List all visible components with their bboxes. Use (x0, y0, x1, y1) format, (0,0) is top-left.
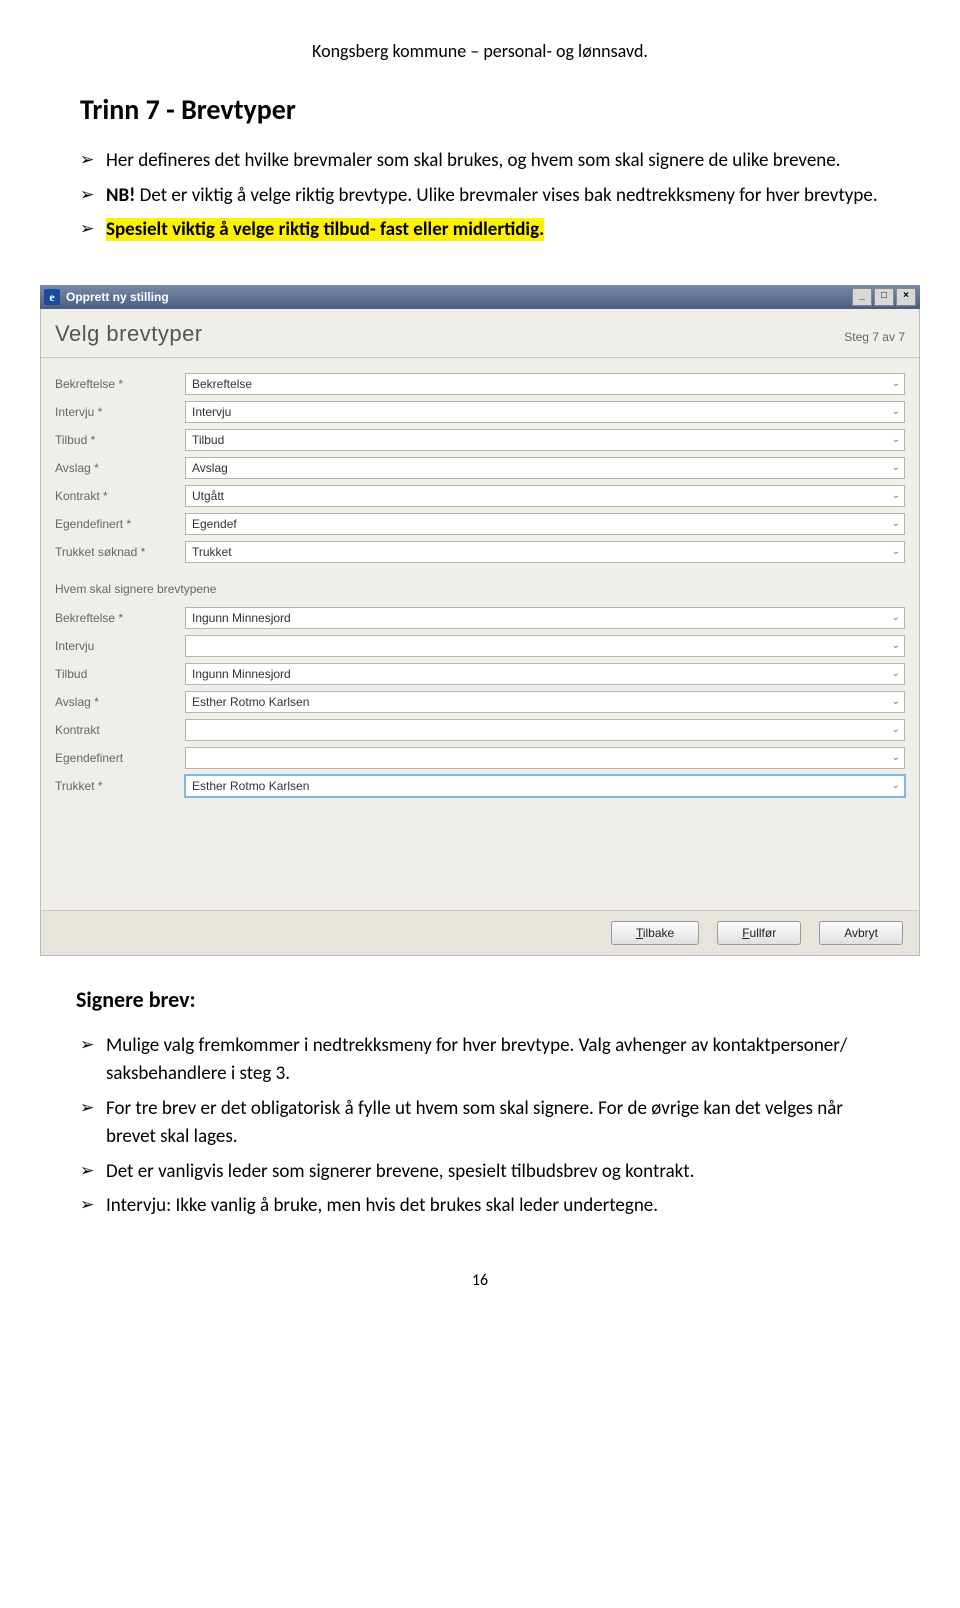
chevron-down-icon: ⌄ (892, 406, 900, 417)
dialog-screenshot: e Opprett ny stilling _ □ × Velg brevtyp… (40, 285, 920, 956)
panel-title: Velg brevtyper (55, 321, 203, 347)
window-titlebar: e Opprett ny stilling _ □ × (40, 285, 920, 309)
chevron-down-icon: ⌄ (892, 640, 900, 651)
form-label: Trukket søknad * (55, 545, 185, 559)
form-label: Avslag * (55, 695, 185, 709)
form-label: Avslag * (55, 461, 185, 475)
after-bullets: Mulige valg fremkommer i nedtrekksmeny f… (80, 1032, 880, 1221)
combo-value: Ingunn Minnesjord (192, 667, 291, 681)
chevron-down-icon: ⌄ (892, 490, 900, 501)
form-label: Trukket * (55, 779, 185, 793)
combo-value: Tilbud (192, 433, 224, 447)
chevron-down-icon: ⌄ (892, 518, 900, 529)
form-label: Bekreftelse * (55, 377, 185, 391)
minimize-button[interactable]: _ (852, 288, 872, 306)
doc-header: Kongsberg kommune – personal- og lønnsav… (80, 40, 880, 62)
highlight-text: Spesielt viktig å velge riktig tilbud- f… (106, 218, 544, 241)
form-row: Avslag * Avslag ⌄ (55, 454, 905, 482)
form-row: Trukket * Esther Rotmo Karlsen ⌄ (55, 772, 905, 800)
combo-select[interactable]: ⌄ (185, 635, 905, 657)
bullet-item: Det er vanligvis leder som signerer brev… (106, 1158, 880, 1187)
nb-label: NB! (106, 184, 135, 207)
form-row: Tilbud * Tilbud ⌄ (55, 426, 905, 454)
chevron-down-icon: ⌄ (892, 668, 900, 679)
combo-select[interactable]: ⌄ (185, 747, 905, 769)
form-row: Kontrakt ⌄ (55, 716, 905, 744)
form-label: Tilbud * (55, 433, 185, 447)
combo-select[interactable]: Ingunn Minnesjord ⌄ (185, 607, 905, 629)
bullet-item: Intervju: Ikke vanlig å bruke, men hvis … (106, 1192, 880, 1221)
form-row: Trukket søknad * Trukket ⌄ (55, 538, 905, 566)
combo-value: Trukket (192, 545, 232, 559)
form-row: Kontrakt * Utgått ⌄ (55, 482, 905, 510)
form-row: Egendefinert * Egendef ⌄ (55, 510, 905, 538)
combo-select[interactable]: Esther Rotmo Karlsen ⌄ (185, 691, 905, 713)
page-number: 16 (80, 1271, 880, 1290)
back-button[interactable]: Tilbake (611, 921, 699, 945)
nb-text: Det er viktig å velge riktig brevtype. U… (135, 184, 877, 207)
bullet-item: For tre brev er det obligatorisk å fylle… (106, 1095, 880, 1152)
form-row: Egendefinert ⌄ (55, 744, 905, 772)
subheading-signere: Signere brev: (76, 986, 880, 1013)
combo-value: Avslag (192, 461, 228, 475)
form-label: Egendefinert (55, 751, 185, 765)
combo-select[interactable]: Esther Rotmo Karlsen ⌄ (185, 775, 905, 797)
window-title: Opprett ny stilling (66, 290, 169, 304)
chevron-down-icon: ⌄ (892, 752, 900, 763)
bullet-item-highlight: Spesielt viktig å velge riktig tilbud- f… (106, 216, 880, 245)
combo-value: Intervju (192, 405, 231, 419)
chevron-down-icon: ⌄ (892, 696, 900, 707)
combo-select[interactable]: Trukket ⌄ (185, 541, 905, 563)
finish-button[interactable]: Fullfør (717, 921, 801, 945)
form-label: Tilbud (55, 667, 185, 681)
combo-select[interactable]: ⌄ (185, 719, 905, 741)
combo-select[interactable]: Egendef ⌄ (185, 513, 905, 535)
bullet-item-nb: NB! Det er viktig å velge riktig brevtyp… (106, 182, 880, 211)
form-label: Egendefinert * (55, 517, 185, 531)
combo-select[interactable]: Ingunn Minnesjord ⌄ (185, 663, 905, 685)
bullet-item: Mulige valg fremkommer i nedtrekksmeny f… (106, 1032, 880, 1089)
combo-select[interactable]: Intervju ⌄ (185, 401, 905, 423)
form-row: Intervju ⌄ (55, 632, 905, 660)
chevron-down-icon: ⌄ (892, 434, 900, 445)
combo-select[interactable]: Bekreftelse ⌄ (185, 373, 905, 395)
form-row: Tilbud Ingunn Minnesjord ⌄ (55, 660, 905, 688)
chevron-down-icon: ⌄ (892, 462, 900, 473)
form-row: Bekreftelse * Bekreftelse ⌄ (55, 370, 905, 398)
combo-value: Utgått (192, 489, 224, 503)
form-label: Intervju * (55, 405, 185, 419)
combo-value: Esther Rotmo Karlsen (192, 779, 309, 793)
combo-value: Bekreftelse (192, 377, 252, 391)
chevron-down-icon: ⌄ (892, 612, 900, 623)
combo-select[interactable]: Avslag ⌄ (185, 457, 905, 479)
combo-value: Egendef (192, 517, 237, 531)
app-icon: e (44, 289, 60, 305)
step-indicator: Steg 7 av 7 (844, 330, 905, 344)
form-label: Bekreftelse * (55, 611, 185, 625)
chevron-down-icon: ⌄ (892, 724, 900, 735)
heading-trinn7: Trinn 7 - Brevtyper (80, 92, 880, 127)
form-row: Bekreftelse * Ingunn Minnesjord ⌄ (55, 604, 905, 632)
form-row: Intervju * Intervju ⌄ (55, 398, 905, 426)
combo-value: Esther Rotmo Karlsen (192, 695, 309, 709)
chevron-down-icon: ⌄ (892, 546, 900, 557)
intro-bullets: Her defineres det hvilke brevmaler som s… (80, 147, 880, 245)
combo-value: Ingunn Minnesjord (192, 611, 291, 625)
bullet-item: Her defineres det hvilke brevmaler som s… (106, 147, 880, 176)
section-signer-title: Hvem skal signere brevtypene (55, 566, 905, 604)
combo-select[interactable]: Tilbud ⌄ (185, 429, 905, 451)
chevron-down-icon: ⌄ (892, 378, 900, 389)
chevron-down-icon: ⌄ (892, 780, 900, 791)
form-label: Kontrakt * (55, 489, 185, 503)
maximize-button[interactable]: □ (874, 288, 894, 306)
form-row: Avslag * Esther Rotmo Karlsen ⌄ (55, 688, 905, 716)
cancel-button[interactable]: Avbryt (819, 921, 903, 945)
form-label: Kontrakt (55, 723, 185, 737)
combo-select[interactable]: Utgått ⌄ (185, 485, 905, 507)
form-label: Intervju (55, 639, 185, 653)
close-button[interactable]: × (896, 288, 916, 306)
